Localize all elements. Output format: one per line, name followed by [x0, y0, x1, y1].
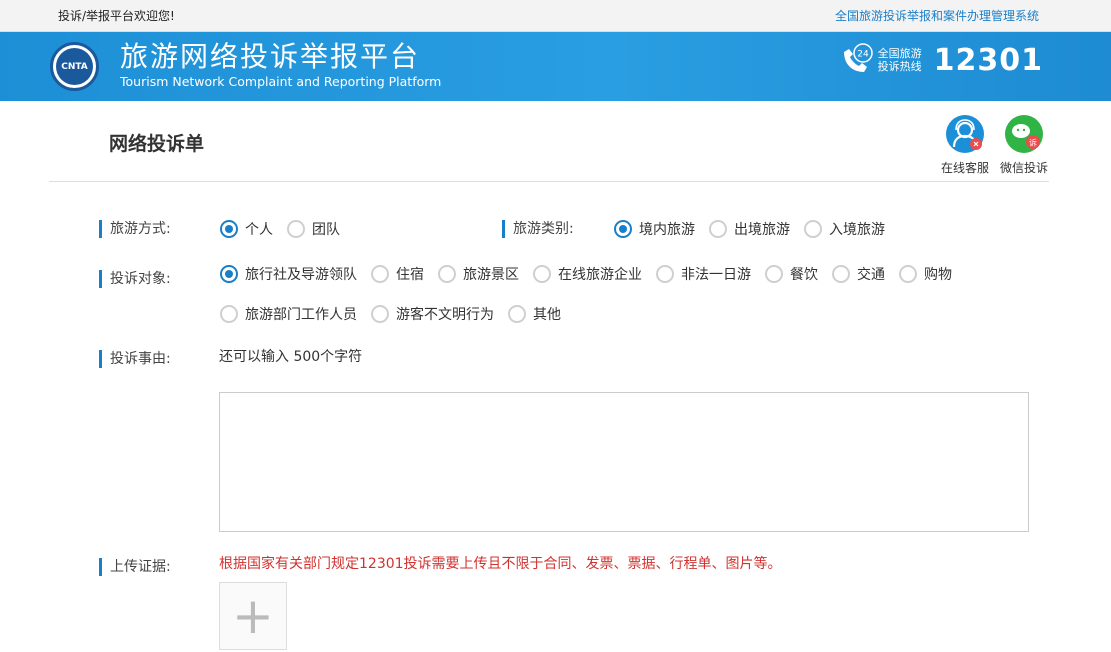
- wechat-complaint-button[interactable]: 诉 微信投诉: [996, 115, 1052, 176]
- hotline-badge: 24: [857, 50, 869, 60]
- wechat-icon: 诉: [1005, 115, 1043, 153]
- radio-icon[interactable]: [287, 220, 305, 238]
- radio-icon[interactable]: [765, 265, 783, 283]
- travel-type-outbound[interactable]: 出境旅游: [709, 219, 790, 239]
- option-label: 旅行社及导游领队: [245, 267, 357, 283]
- option-label: 出境旅游: [734, 222, 790, 238]
- radio-icon[interactable]: [220, 265, 238, 283]
- travel-mode-group[interactable]: 团队: [287, 219, 340, 239]
- brand-title-cn: 旅游网络投诉举报平台: [120, 40, 421, 73]
- target-travel-agency[interactable]: 旅行社及导游领队: [220, 264, 357, 284]
- radio-icon[interactable]: [804, 220, 822, 238]
- option-label: 在线旅游企业: [558, 267, 642, 283]
- option-label: 交通: [857, 267, 885, 283]
- option-label: 个人: [245, 222, 273, 238]
- target-tourism-staff[interactable]: 旅游部门工作人员: [220, 304, 357, 324]
- option-label: 境内旅游: [639, 222, 695, 238]
- radio-icon[interactable]: [508, 305, 526, 323]
- complaint-target-row: 投诉对象:: [99, 269, 209, 289]
- travel-type-domestic[interactable]: 境内旅游: [614, 219, 695, 239]
- reason-label: 投诉事由:: [99, 350, 209, 368]
- hotline: 24 全国旅游 投诉热线 12301: [838, 42, 1043, 78]
- header-banner: CNTA 旅游网络投诉举报平台 Tourism Network Complain…: [0, 32, 1111, 101]
- char-count-hint: 还可以输入 500个字符: [219, 349, 363, 365]
- radio-icon[interactable]: [709, 220, 727, 238]
- reason-row: 投诉事由:: [99, 349, 209, 369]
- option-label: 购物: [924, 267, 952, 283]
- option-label: 其他: [533, 307, 561, 323]
- radio-icon[interactable]: [832, 265, 850, 283]
- online-service-label: 在线客服: [940, 161, 989, 175]
- travel-mode-row: 旅游方式:: [99, 219, 209, 239]
- evidence-label: 上传证据:: [99, 558, 209, 576]
- upload-add-button[interactable]: +: [219, 582, 287, 650]
- cnta-logo-text: CNTA: [56, 48, 93, 85]
- option-label: 团队: [312, 222, 340, 238]
- hotline-line1: 全国旅游: [877, 47, 922, 60]
- wechat-badge: 诉: [1029, 138, 1037, 148]
- radio-icon[interactable]: [220, 220, 238, 238]
- option-label: 住宿: [396, 267, 424, 283]
- target-shopping[interactable]: 购物: [899, 264, 952, 284]
- radio-icon[interactable]: [371, 265, 389, 283]
- hotline-number: 12301: [933, 42, 1043, 78]
- top-bar: 投诉/举报平台欢迎您! 全国旅游投诉举报和案件办理管理系统: [0, 0, 1111, 32]
- option-label: 餐饮: [790, 267, 818, 283]
- travel-mode-label: 旅游方式:: [99, 220, 209, 238]
- option-label: 旅游景区: [463, 267, 519, 283]
- hotline-line2: 投诉热线: [877, 60, 922, 73]
- target-other[interactable]: 其他: [508, 304, 561, 324]
- system-link[interactable]: 全国旅游投诉举报和案件办理管理系统: [835, 7, 1039, 24]
- customer-service-icon: [946, 115, 984, 153]
- target-online-travel[interactable]: 在线旅游企业: [533, 264, 642, 284]
- cnta-logo[interactable]: CNTA: [50, 42, 99, 91]
- radio-icon[interactable]: [899, 265, 917, 283]
- target-uncivil-tourist[interactable]: 游客不文明行为: [371, 304, 494, 324]
- option-label: 非法一日游: [681, 267, 751, 283]
- target-accommodation[interactable]: 住宿: [371, 264, 424, 284]
- upload-note: 根据国家有关部门规定12301投诉需要上传且不限于合同、发票、票据、行程单、图片…: [219, 556, 782, 572]
- target-scenic-area[interactable]: 旅游景区: [438, 264, 519, 284]
- online-service-button[interactable]: 在线客服: [937, 115, 993, 176]
- page-title: 网络投诉单: [109, 133, 205, 155]
- radio-icon[interactable]: [220, 305, 238, 323]
- wechat-complaint-label: 微信投诉: [999, 161, 1048, 175]
- plus-icon: +: [232, 587, 274, 645]
- complaint-target-label: 投诉对象:: [99, 270, 209, 288]
- brand-title: 旅游网络投诉举报平台 Tourism Network Complaint and…: [120, 40, 441, 90]
- option-label: 旅游部门工作人员: [245, 307, 357, 323]
- evidence-row: 上传证据:: [99, 557, 209, 577]
- option-label: 游客不文明行为: [396, 307, 494, 323]
- phone-24h-icon: 24: [838, 42, 874, 78]
- title-bar: 网络投诉单 在线客服 诉 微信投诉: [49, 101, 1049, 182]
- welcome-text: 投诉/举报平台欢迎您!: [58, 9, 175, 23]
- travel-type-label: 旅游类别:: [502, 220, 612, 238]
- travel-type-row: 旅游类别:: [502, 219, 612, 239]
- radio-icon[interactable]: [614, 220, 632, 238]
- travel-mode-individual[interactable]: 个人: [220, 219, 273, 239]
- target-transport[interactable]: 交通: [832, 264, 885, 284]
- radio-icon[interactable]: [438, 265, 456, 283]
- brand-title-en: Tourism Network Complaint and Reporting …: [120, 74, 442, 89]
- travel-type-inbound[interactable]: 入境旅游: [804, 219, 885, 239]
- option-label: 入境旅游: [829, 222, 885, 238]
- radio-icon[interactable]: [533, 265, 551, 283]
- hotline-label: 全国旅游 投诉热线: [878, 47, 930, 73]
- target-illegal-day-tour[interactable]: 非法一日游: [656, 264, 751, 284]
- radio-icon[interactable]: [656, 265, 674, 283]
- target-dining[interactable]: 餐饮: [765, 264, 818, 284]
- radio-icon[interactable]: [371, 305, 389, 323]
- reason-textarea[interactable]: [219, 392, 1029, 532]
